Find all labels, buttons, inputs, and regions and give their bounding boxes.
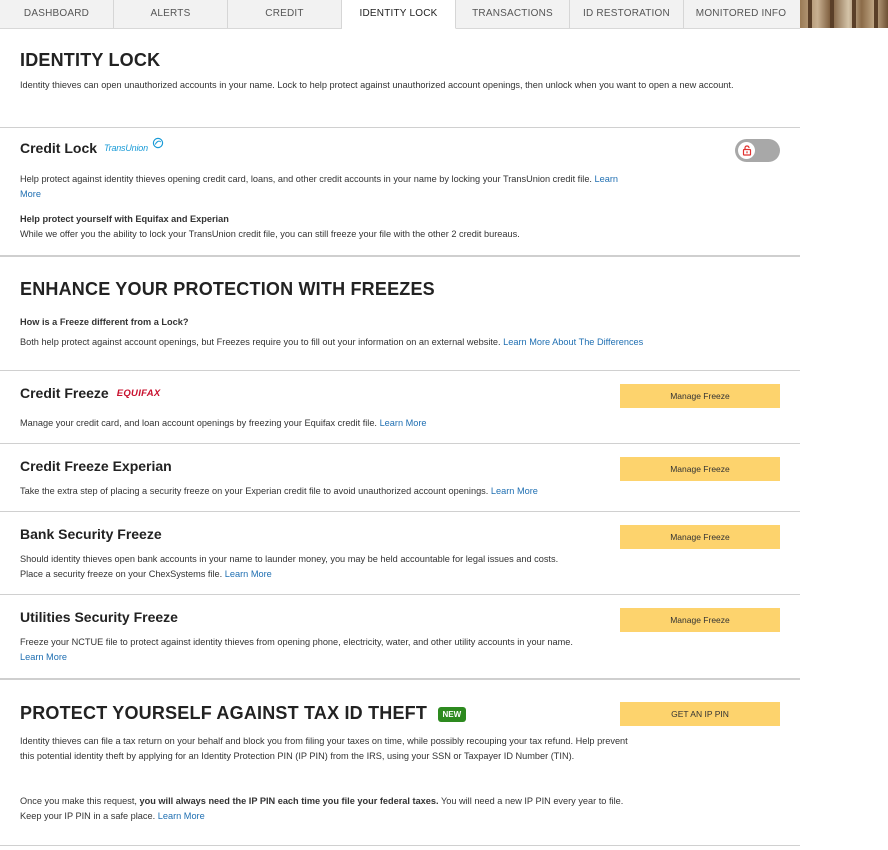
divider	[0, 255, 800, 257]
transunion-logo: TransUnion	[104, 137, 164, 153]
divider	[0, 594, 800, 595]
credit-lock-toggle[interactable]	[735, 139, 780, 162]
utilities-freeze-title: Utilities Security Freeze	[20, 609, 178, 625]
credit-lock-description-text: Help protect against identity thieves op…	[20, 174, 592, 184]
tab-transactions[interactable]: TRANSACTIONS	[456, 0, 570, 28]
tab-identity-lock[interactable]: IDENTITY LOCK	[342, 0, 456, 29]
bank-freeze-description-line1: Should identity thieves open bank accoun…	[20, 554, 559, 564]
tax-theft-description: Identity thieves can file a tax return o…	[20, 736, 628, 761]
divider	[0, 845, 800, 846]
experian-freeze-title: Credit Freeze Experian	[20, 458, 172, 474]
tab-credit[interactable]: CREDIT	[228, 0, 342, 28]
credit-lock-title: Credit Lock	[20, 140, 98, 156]
credit-lock-subtext: While we offer you the ability to lock y…	[20, 229, 520, 239]
transunion-logo-text: TransUnion	[104, 143, 148, 153]
freezes-section: ENHANCE YOUR PROTECTION WITH FREEZES	[20, 279, 435, 300]
freeze-answer-text: Both help protect against account openin…	[20, 337, 501, 347]
freezes-title: ENHANCE YOUR PROTECTION WITH FREEZES	[20, 279, 435, 299]
divider	[0, 127, 800, 128]
equifax-logo: EQUIFAX	[116, 387, 161, 399]
equifax-freeze-description: Manage your credit card, and loan accoun…	[20, 416, 620, 431]
transunion-mark-icon	[152, 137, 164, 149]
ip-pin-note-intro: Once you make this request,	[20, 796, 137, 806]
tab-alerts[interactable]: ALERTS	[114, 0, 228, 28]
tax-learn-more-link[interactable]: Learn More	[158, 811, 205, 821]
equifax-freeze-description-text: Manage your credit card, and loan accoun…	[20, 418, 377, 428]
bank-freeze-description: Should identity thieves open bank accoun…	[20, 552, 620, 582]
tab-monitored-info[interactable]: MONITORED INFO	[684, 0, 798, 28]
bank-freeze-title: Bank Security Freeze	[20, 526, 162, 542]
divider	[0, 370, 800, 371]
tax-theft-section: PROTECT YOURSELF AGAINST TAX ID THEFT NE…	[20, 703, 467, 724]
main-tab-bar: DASHBOARD ALERTS CREDIT IDENTITY LOCK TR…	[0, 0, 800, 29]
freeze-answer: Both help protect against account openin…	[20, 335, 780, 350]
divider	[0, 511, 800, 512]
tax-theft-title: PROTECT YOURSELF AGAINST TAX ID THEFT	[20, 703, 428, 723]
bank-learn-more-link[interactable]: Learn More	[225, 569, 272, 579]
divider	[0, 678, 800, 680]
divider	[0, 443, 800, 444]
tab-dashboard[interactable]: DASHBOARD	[0, 0, 114, 28]
bank-freeze-description-line2: Place a security freeze on your ChexSyst…	[20, 569, 223, 579]
credit-lock-subhead: Help protect yourself with Equifax and E…	[20, 214, 229, 224]
new-badge: NEW	[437, 707, 467, 723]
manage-freeze-bank-button[interactable]: Manage Freeze	[620, 525, 780, 549]
equifax-freeze-header: Credit Freeze EQUIFAX	[20, 385, 161, 401]
header-photo	[800, 0, 888, 28]
ip-pin-note-emphasis: you will always need the IP PIN each tim…	[139, 796, 439, 806]
equifax-freeze-title: Credit Freeze	[20, 385, 109, 401]
ip-pin-note: Once you make this request, you will alw…	[20, 794, 635, 824]
credit-lock-description: Help protect against identity thieves op…	[20, 172, 635, 202]
manage-freeze-utilities-button[interactable]: Manage Freeze	[620, 608, 780, 632]
utilities-freeze-description: Freeze your NCTUE file to protect agains…	[20, 635, 630, 665]
manage-freeze-experian-button[interactable]: Manage Freeze	[620, 457, 780, 481]
get-ip-pin-button[interactable]: GET AN IP PIN	[620, 702, 780, 726]
equifax-learn-more-link[interactable]: Learn More	[380, 418, 427, 428]
page-title: IDENTITY LOCK	[20, 50, 161, 70]
freeze-question: How is a Freeze different from a Lock?	[20, 317, 189, 327]
experian-learn-more-link[interactable]: Learn More	[491, 486, 538, 496]
credit-lock-header: Credit Lock TransUnion	[20, 137, 164, 156]
manage-freeze-equifax-button[interactable]: Manage Freeze	[620, 384, 780, 408]
tab-id-restoration[interactable]: ID RESTORATION	[570, 0, 684, 28]
identity-lock-description: Identity thieves can open unauthorized a…	[20, 80, 734, 90]
utilities-freeze-description-text: Freeze your NCTUE file to protect agains…	[20, 637, 573, 647]
identity-lock-section: IDENTITY LOCK	[20, 50, 160, 71]
lock-icon	[738, 142, 755, 159]
differences-learn-more-link[interactable]: Learn More About The Differences	[503, 337, 643, 347]
experian-freeze-description-text: Take the extra step of placing a securit…	[20, 486, 489, 496]
utilities-learn-more-link[interactable]: Learn More	[20, 652, 67, 662]
experian-freeze-description: Take the extra step of placing a securit…	[20, 484, 620, 499]
